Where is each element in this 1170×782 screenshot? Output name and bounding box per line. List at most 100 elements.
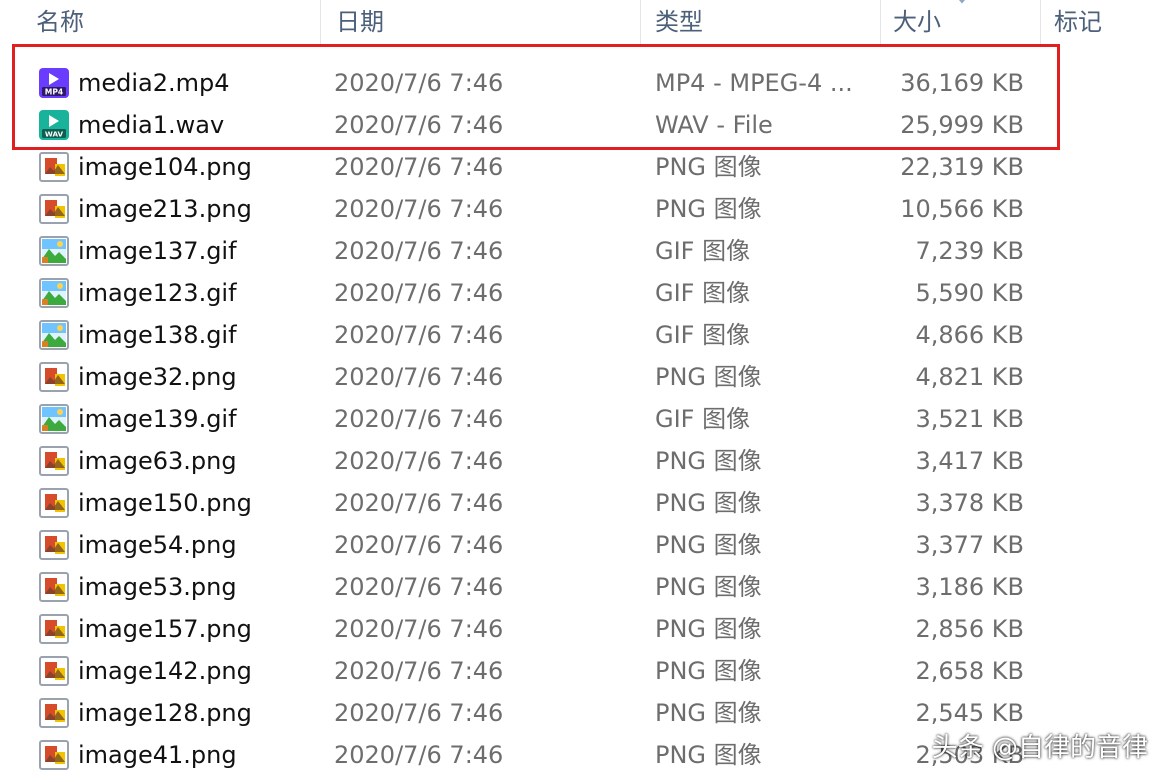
file-type: GIF 图像 — [655, 405, 751, 433]
file-type: MP4 - MPEG-4 ... — [655, 69, 853, 97]
svg-text:WAV: WAV — [45, 129, 64, 138]
file-type: PNG 图像 — [655, 153, 762, 181]
file-date: 2020/7/6 7:46 — [334, 363, 504, 391]
file-explorer-list: 名称 日期 类型 大小 标记 MP4 media2.mp4 2020/7/6 7… — [0, 0, 1170, 782]
file-size: 3,417 KB — [915, 447, 1024, 475]
file-size: 3,521 KB — [915, 405, 1024, 433]
column-header-separator[interactable] — [880, 0, 881, 44]
file-row[interactable]: image123.gif 2020/7/6 7:46 GIF 图像 5,590 … — [0, 272, 1170, 314]
file-type: PNG 图像 — [655, 615, 762, 643]
file-size: 22,319 KB — [900, 153, 1024, 181]
file-size: 2,856 KB — [915, 615, 1024, 643]
file-row[interactable]: image54.png 2020/7/6 7:46 PNG 图像 3,377 K… — [0, 524, 1170, 566]
file-size: 10,566 KB — [900, 195, 1024, 223]
file-name: image128.png — [78, 699, 252, 727]
file-row[interactable]: image142.png 2020/7/6 7:46 PNG 图像 2,658 … — [0, 650, 1170, 692]
file-date: 2020/7/6 7:46 — [334, 573, 504, 601]
file-date: 2020/7/6 7:46 — [334, 153, 504, 181]
png-file-icon — [38, 361, 70, 393]
file-date: 2020/7/6 7:46 — [334, 237, 504, 265]
png-file-icon — [38, 487, 70, 519]
file-row[interactable]: MP4 media2.mp4 2020/7/6 7:46 MP4 - MPEG-… — [0, 62, 1170, 104]
column-separator[interactable] — [320, 0, 321, 44]
file-date: 2020/7/6 7:46 — [334, 741, 504, 769]
file-name: image142.png — [78, 657, 252, 685]
file-size: 3,378 KB — [915, 489, 1024, 517]
file-type: PNG 图像 — [655, 195, 762, 223]
file-size: 5,590 KB — [915, 279, 1024, 307]
file-name: image213.png — [78, 195, 252, 223]
png-file-icon — [38, 193, 70, 225]
column-separator[interactable] — [1040, 0, 1041, 44]
file-date: 2020/7/6 7:46 — [334, 195, 504, 223]
column-header-type[interactable]: 类型 — [655, 0, 703, 44]
file-list: MP4 media2.mp4 2020/7/6 7:46 MP4 - MPEG-… — [0, 62, 1170, 782]
file-row[interactable]: image139.gif 2020/7/6 7:46 GIF 图像 3,521 … — [0, 398, 1170, 440]
file-name: media1.wav — [78, 111, 225, 139]
file-name: image54.png — [78, 531, 237, 559]
file-name: image63.png — [78, 447, 237, 475]
png-file-icon — [38, 613, 70, 645]
file-date: 2020/7/6 7:46 — [334, 699, 504, 727]
file-date: 2020/7/6 7:46 — [334, 615, 504, 643]
file-name: image32.png — [78, 363, 237, 391]
png-file-icon — [38, 529, 70, 561]
file-size: 4,866 KB — [915, 321, 1024, 349]
file-date: 2020/7/6 7:46 — [334, 657, 504, 685]
wav-file-icon: WAV — [38, 109, 70, 141]
gif-file-icon — [38, 319, 70, 351]
file-size: 4,821 KB — [915, 363, 1024, 391]
file-row[interactable]: image137.gif 2020/7/6 7:46 GIF 图像 7,239 … — [0, 230, 1170, 272]
png-file-icon — [38, 571, 70, 603]
gif-file-icon — [38, 403, 70, 435]
file-size: 36,169 KB — [900, 69, 1024, 97]
file-name: image139.gif — [78, 405, 237, 433]
file-type: PNG 图像 — [655, 531, 762, 559]
file-size: 2,658 KB — [915, 657, 1024, 685]
file-date: 2020/7/6 7:46 — [334, 111, 504, 139]
column-header-name[interactable]: 名称 — [36, 0, 84, 44]
file-row[interactable]: image104.png 2020/7/6 7:46 PNG 图像 22,319… — [0, 146, 1170, 188]
file-row[interactable]: image63.png 2020/7/6 7:46 PNG 图像 3,417 K… — [0, 440, 1170, 482]
file-row[interactable]: image213.png 2020/7/6 7:46 PNG 图像 10,566… — [0, 188, 1170, 230]
file-size: 7,239 KB — [915, 237, 1024, 265]
file-name: image41.png — [78, 741, 237, 769]
file-date: 2020/7/6 7:46 — [334, 279, 504, 307]
watermark-text: 头条 @自律的音律 — [931, 733, 1148, 763]
file-size: 25,999 KB — [900, 111, 1024, 139]
file-size: 3,377 KB — [915, 531, 1024, 559]
column-header-tag[interactable]: 标记 — [1054, 0, 1102, 44]
png-file-icon — [38, 697, 70, 729]
svg-text:MP4: MP4 — [45, 87, 63, 96]
column-separator[interactable] — [640, 0, 641, 44]
png-file-icon — [38, 445, 70, 477]
file-name: image150.png — [78, 489, 252, 517]
file-name: image123.gif — [78, 279, 237, 307]
file-name: image53.png — [78, 573, 237, 601]
file-name: image137.gif — [78, 237, 237, 265]
gif-file-icon — [38, 235, 70, 267]
file-row[interactable]: image157.png 2020/7/6 7:46 PNG 图像 2,856 … — [0, 608, 1170, 650]
file-type: WAV - File — [655, 111, 773, 139]
sort-descending-arrow-icon — [959, 0, 965, 4]
column-header-size[interactable]: 大小 — [893, 0, 941, 44]
file-row[interactable]: image150.png 2020/7/6 7:46 PNG 图像 3,378 … — [0, 482, 1170, 524]
file-row[interactable]: image32.png 2020/7/6 7:46 PNG 图像 4,821 K… — [0, 356, 1170, 398]
file-date: 2020/7/6 7:46 — [334, 531, 504, 559]
file-type: PNG 图像 — [655, 741, 762, 769]
file-type: PNG 图像 — [655, 363, 762, 391]
file-name: image138.gif — [78, 321, 237, 349]
file-name: image104.png — [78, 153, 252, 181]
gif-file-icon — [38, 277, 70, 309]
png-file-icon — [38, 655, 70, 687]
file-type: PNG 图像 — [655, 699, 762, 727]
file-type: PNG 图像 — [655, 447, 762, 475]
file-row[interactable]: image53.png 2020/7/6 7:46 PNG 图像 3,186 K… — [0, 566, 1170, 608]
file-row[interactable]: image138.gif 2020/7/6 7:46 GIF 图像 4,866 … — [0, 314, 1170, 356]
file-row[interactable]: WAV media1.wav 2020/7/6 7:46 WAV - File … — [0, 104, 1170, 146]
file-name: image157.png — [78, 615, 252, 643]
file-type: PNG 图像 — [655, 573, 762, 601]
file-date: 2020/7/6 7:46 — [334, 321, 504, 349]
png-file-icon — [38, 739, 70, 771]
column-header-date[interactable]: 日期 — [336, 0, 384, 44]
